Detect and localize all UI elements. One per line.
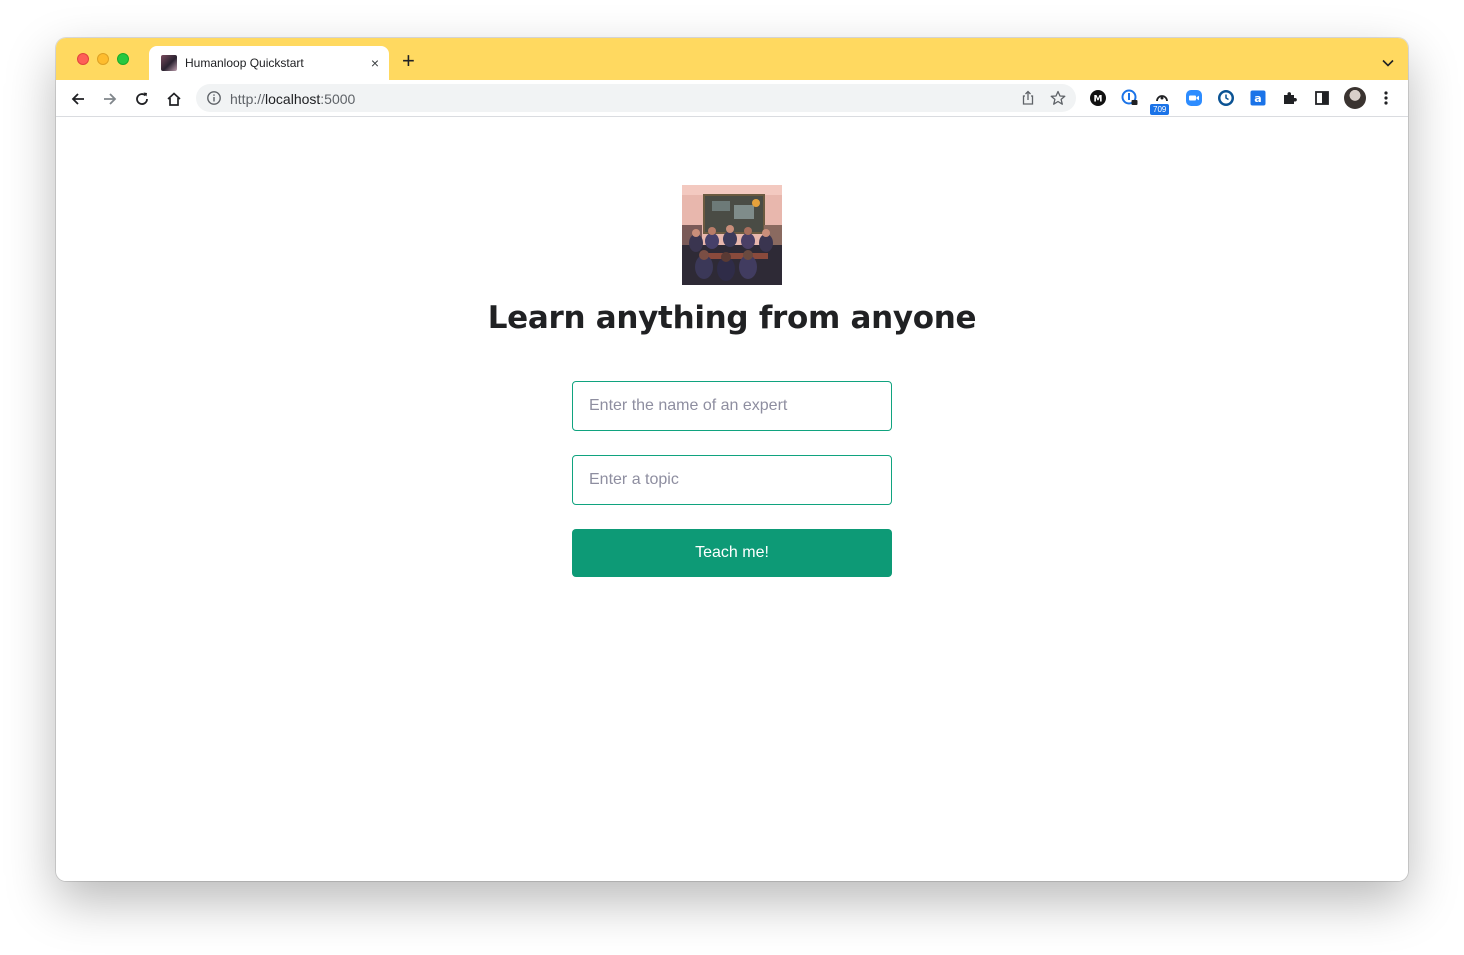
classroom-hero-image (682, 185, 782, 285)
topic-input[interactable] (572, 455, 892, 505)
extension-a-icon[interactable]: a (1248, 88, 1268, 108)
minimize-window-button[interactable] (97, 53, 109, 65)
share-icon[interactable] (1020, 90, 1036, 111)
teach-me-button[interactable]: Teach me! (572, 529, 892, 577)
browser-toolbar: http://localhost:5000 M 709 a (56, 80, 1408, 117)
address-bar[interactable]: http://localhost:5000 (196, 84, 1076, 112)
extension-badge-count: 709 (1150, 104, 1170, 115)
extension-password-manager-icon[interactable] (1120, 88, 1140, 108)
page-content: Learn anything from anyone Teach me! (56, 117, 1408, 881)
expert-name-input[interactable] (572, 381, 892, 431)
tab-search-chevron-icon[interactable] (1382, 54, 1394, 72)
url-text[interactable]: http://localhost:5000 (230, 91, 355, 107)
profile-avatar[interactable] (1344, 87, 1366, 109)
page-title: Learn anything from anyone (487, 300, 977, 336)
tab-favicon-icon (161, 55, 177, 71)
extension-clock-icon[interactable] (1216, 88, 1236, 108)
extensions-puzzle-icon[interactable] (1280, 88, 1300, 108)
svg-text:M: M (1094, 95, 1103, 105)
url-port: :5000 (320, 91, 356, 107)
tab-close-icon[interactable]: × (371, 55, 379, 71)
tab-strip: Humanloop Quickstart × + (56, 38, 1408, 80)
tab-humanloop-quickstart[interactable]: Humanloop Quickstart × (149, 46, 389, 80)
forward-arrow-icon[interactable] (100, 89, 120, 109)
back-arrow-icon[interactable] (68, 89, 88, 109)
close-window-button[interactable] (77, 53, 89, 65)
site-info-icon[interactable] (206, 90, 222, 111)
extension-ml-icon[interactable]: M (1088, 88, 1108, 108)
side-panel-icon[interactable] (1312, 88, 1332, 108)
url-scheme: http:// (230, 91, 266, 107)
browser-window: Humanloop Quickstart × + http://localhos… (56, 38, 1408, 881)
more-menu-icon[interactable] (1376, 88, 1396, 108)
reload-icon[interactable] (132, 89, 152, 109)
tab-title: Humanloop Quickstart (185, 56, 304, 70)
new-tab-button[interactable]: + (402, 50, 415, 72)
url-host: localhost (265, 91, 321, 107)
home-icon[interactable] (164, 89, 184, 109)
svg-text:a: a (1254, 92, 1261, 105)
maximize-window-button[interactable] (117, 53, 129, 65)
extension-zoom-icon[interactable] (1184, 88, 1204, 108)
bookmark-star-icon[interactable] (1050, 90, 1066, 111)
